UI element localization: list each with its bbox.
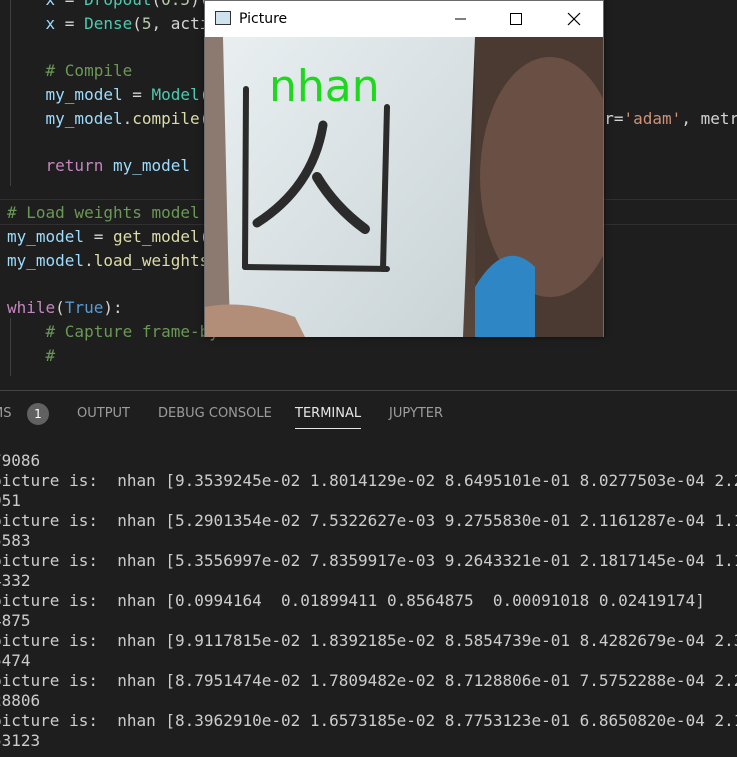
minimize-icon: [455, 18, 466, 20]
terminal-line: picture is: nhan [9.9117815e-02 1.839218…: [0, 631, 737, 650]
terminal-line: picture is: nhan [0.0994164 0.01899411 0…: [0, 591, 705, 610]
code-line: return my_model: [45, 155, 191, 175]
picture-window[interactable]: Picture nhan: [204, 0, 604, 337]
code-line: #: [45, 345, 56, 365]
terminal-line: 5583: [0, 531, 31, 550]
camera-frame: nhan: [205, 37, 603, 337]
code-line: # Load weights model: [7, 203, 200, 223]
maximize-button[interactable]: [493, 1, 539, 37]
code-line: my_model.load_weights(: [7, 250, 219, 270]
minimize-button[interactable]: [437, 1, 483, 37]
tab-problems[interactable]: MS: [0, 391, 11, 437]
terminal-line: picture is: nhan [9.3539245e-02 1.801412…: [0, 471, 737, 490]
terminal-line: picture is: nhan [8.7951474e-02 1.780948…: [0, 671, 737, 690]
panel-tab-bar: MS 1 OUTPUT DEBUG CONSOLE TERMINAL JUPYT…: [0, 390, 737, 437]
terminal-line: picture is: nhan [5.2901354e-02 7.532262…: [0, 511, 737, 530]
close-icon: [567, 12, 581, 26]
terminal-line: 5474: [0, 651, 31, 670]
close-button[interactable]: [551, 1, 597, 37]
window-app-icon: [215, 11, 231, 25]
window-titlebar[interactable]: Picture: [205, 1, 603, 37]
terminal-line: picture is: nhan [5.3556997e-02 7.835991…: [0, 551, 737, 570]
tab-output[interactable]: OUTPUT: [77, 391, 130, 437]
webcam-image: nhan: [205, 37, 603, 337]
terminal-line: 4332: [0, 571, 31, 590]
prediction-overlay-text: nhan: [269, 61, 380, 112]
terminal-output[interactable]: 79086picture is: nhan [9.3539245e-02 1.8…: [0, 436, 737, 757]
terminal-line: 4875: [0, 611, 31, 630]
terminal-line: picture is: nhan [8.3962910e-02 1.657318…: [0, 711, 737, 730]
code-line: x = Dropout(0.5)(x): [7, 0, 229, 12]
problems-count-badge: 1: [27, 403, 49, 425]
code-line: my_model = get_model(): [7, 227, 219, 246]
tab-debug-console[interactable]: DEBUG CONSOLE: [158, 391, 272, 437]
code-line: # Compile: [45, 61, 133, 81]
tab-jupyter[interactable]: JUPYTER: [389, 391, 443, 437]
maximize-icon: [510, 13, 522, 25]
terminal-line: 951: [0, 491, 21, 510]
terminal-line: 28806: [0, 691, 41, 710]
terminal-line: 79086: [0, 451, 41, 470]
tab-terminal[interactable]: TERMINAL: [295, 391, 362, 437]
window-title: Picture: [239, 11, 288, 27]
terminal-line: 53123: [0, 731, 41, 750]
code-line: while(True):: [7, 298, 123, 318]
